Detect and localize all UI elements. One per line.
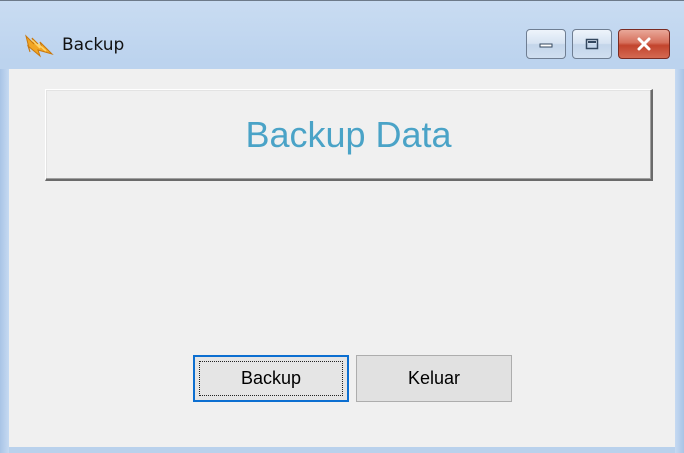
minimize-button[interactable] — [526, 29, 566, 59]
exit-button-label: Keluar — [407, 368, 461, 388]
window-title: Backup — [62, 35, 125, 55]
window-frame-bottom — [9, 447, 675, 453]
backup-button[interactable]: Backup — [193, 355, 349, 402]
header-title: Backup Data — [245, 113, 452, 155]
maximize-button[interactable] — [572, 29, 612, 59]
maximize-icon — [585, 38, 599, 50]
client-area: Backup Data Backup Keluar — [9, 69, 675, 447]
backup-window: Backup Backup Data Backup Keluar — [0, 0, 684, 453]
close-button[interactable] — [618, 29, 670, 59]
title-bar[interactable]: Backup — [0, 1, 684, 69]
close-icon — [637, 37, 651, 51]
exit-button[interactable]: Keluar — [356, 355, 512, 402]
minimize-icon — [539, 43, 553, 48]
caption-buttons — [526, 29, 670, 59]
app-lightning-icon — [25, 34, 54, 58]
window-frame-left — [0, 69, 9, 453]
window-frame-right — [675, 69, 684, 453]
header-panel: Backup Data — [45, 89, 653, 181]
focus-rectangle — [199, 361, 343, 396]
